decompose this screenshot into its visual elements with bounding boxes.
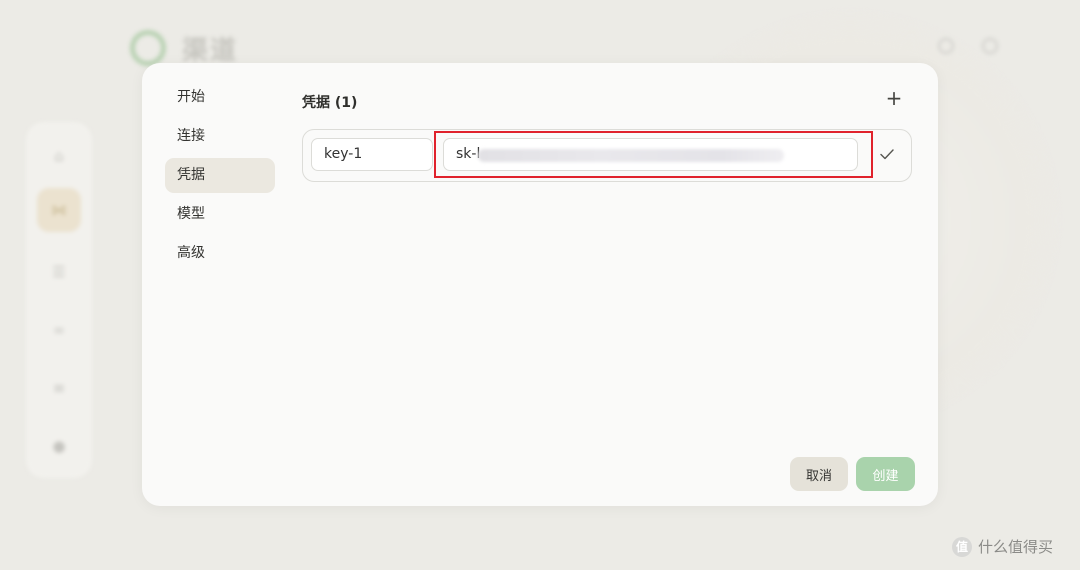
app-logo-icon: [130, 30, 166, 66]
credential-name-input[interactable]: key-1: [311, 138, 433, 171]
app-title: 渠道: [182, 36, 239, 66]
watermark-text: 什么值得买: [978, 538, 1054, 556]
nav-item-connection[interactable]: 连接: [165, 119, 275, 154]
credential-row: key-1 sk-l: [302, 129, 912, 182]
nav-item-credentials[interactable]: 凭据: [165, 158, 275, 193]
cancel-button[interactable]: 取消: [790, 457, 848, 491]
home-icon: ⌂: [54, 147, 64, 165]
confirm-check-icon[interactable]: [877, 144, 897, 164]
settings-icon: [982, 38, 998, 54]
gear-icon: ●: [52, 437, 66, 455]
list-icon: ≡: [52, 379, 66, 397]
dialog-nav: 开始 连接 凭据 模型 高级: [165, 80, 275, 275]
nav-item-start[interactable]: 开始: [165, 80, 275, 115]
search-icon: [938, 38, 954, 54]
nav-item-advanced[interactable]: 高级: [165, 236, 275, 271]
app-sidebar: ⌂ ⋈ ☰ ∞ ≡ ●: [26, 122, 92, 478]
nav-item-models[interactable]: 模型: [165, 197, 275, 232]
watermark: 值 什么值得买: [952, 536, 1053, 557]
red-highlight-box: [434, 131, 873, 178]
add-credential-button[interactable]: +: [883, 86, 905, 110]
section-title: 凭据 (1): [302, 95, 358, 111]
create-channel-dialog: 开始 连接 凭据 模型 高级 凭据 (1) + key-1 sk-l 取消 创建: [142, 63, 938, 506]
chat-icon: ☰: [52, 263, 66, 281]
watermark-logo-icon: 值: [952, 536, 972, 557]
channel-icon: ⋈: [37, 188, 81, 232]
create-button[interactable]: 创建: [856, 457, 915, 491]
link-icon: ∞: [52, 321, 66, 339]
